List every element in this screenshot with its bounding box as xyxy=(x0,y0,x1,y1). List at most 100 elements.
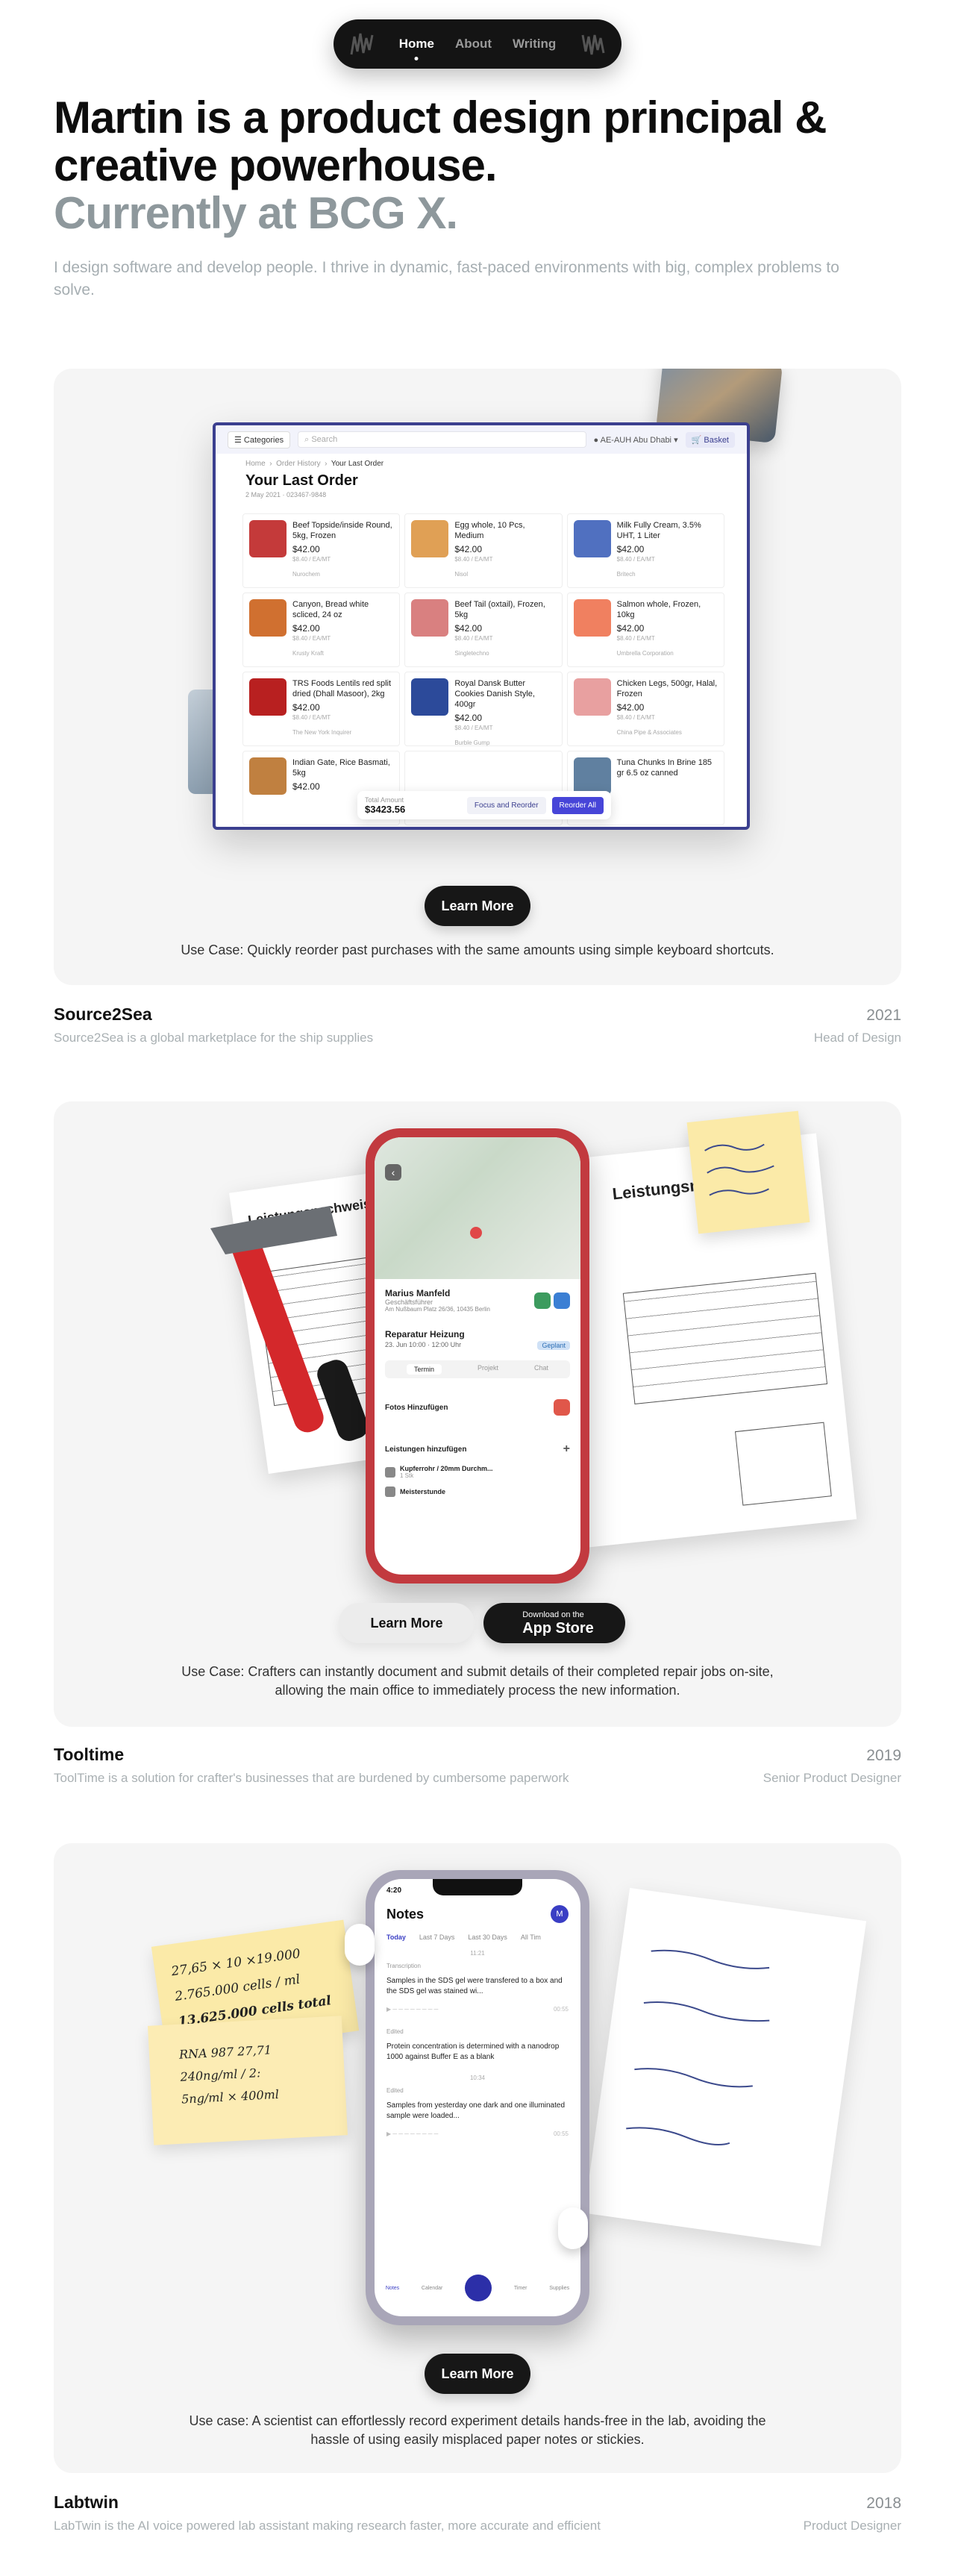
product-card[interactable]: TRS Foods Lentils red split dried (Dhall… xyxy=(242,672,401,746)
project-role: Senior Product Designer xyxy=(763,1771,901,1785)
map-view: ‹ xyxy=(375,1137,580,1279)
camera-icon[interactable] xyxy=(554,1399,570,1416)
headline: Martin is a product design principal & cr… xyxy=(54,93,827,190)
basket-button[interactable]: 🛒 Basket xyxy=(685,431,735,448)
search-input[interactable]: ⌕ Search xyxy=(298,431,586,448)
product-info: Beef Topside/inside Round, 5kg, Frozen $4… xyxy=(292,520,393,581)
product-unit-price: $8.40 / EA/MT xyxy=(616,635,655,642)
product-unit-price: $8.40 / EA/MT xyxy=(616,556,655,563)
tab-timer[interactable]: Timer xyxy=(514,2286,527,2291)
job-date: 23. Jun 10:00 · 12:00 Uhr xyxy=(385,1341,462,1348)
source2sea-app-window: ☰ Categories ⌕ Search ● AE-AUH Abu Dhabi… xyxy=(213,422,750,830)
notes-title: Notes xyxy=(386,1906,425,1922)
product-image xyxy=(411,520,449,557)
play-icon[interactable]: ▶ ─ ─ ─ ─ ─ ─ ─ ─ xyxy=(386,2129,438,2139)
product-card[interactable]: Canyon, Bread white scliced, 24 oz $42.00… xyxy=(242,593,401,667)
product-name: Milk Fully Cream, 3.5% UHT, 1 Liter xyxy=(616,521,701,540)
clock-icon xyxy=(385,1486,395,1497)
project-name[interactable]: Tooltime xyxy=(54,1745,124,1765)
product-image xyxy=(573,757,611,795)
note-2[interactable]: Edited Protein concentration is determin… xyxy=(375,2019,580,2070)
focus-reorder-button[interactable]: Focus and Reorder xyxy=(466,796,546,814)
project-role: Head of Design xyxy=(813,1031,901,1045)
product-card[interactable]: Chicken Legs, 500gr, Halal, Frozen $42.00… xyxy=(566,672,724,746)
note-3[interactable]: Edited Samples from yesterday one dark a… xyxy=(375,2081,580,2144)
product-supplier: Burble Gump xyxy=(454,740,490,746)
product-info: Salmon whole, Frozen, 10kg $42.00 $8.40 / … xyxy=(617,599,718,660)
hammer-illustration xyxy=(181,1184,375,1482)
nav-writing[interactable]: Writing xyxy=(513,37,556,51)
nav-about[interactable]: About xyxy=(455,37,492,51)
location-selector[interactable]: ● AE-AUH Abu Dhabi ▾ xyxy=(594,435,678,445)
app-store-button[interactable]: Download on the App Store xyxy=(483,1603,625,1643)
categories-button[interactable]: ☰ Categories xyxy=(228,431,291,448)
tab-projekt[interactable]: Projekt xyxy=(478,1364,498,1375)
logo-mark-right[interactable] xyxy=(580,29,607,59)
nav-home[interactable]: Home xyxy=(399,37,434,51)
mic-icon[interactable] xyxy=(465,2275,492,2301)
tab-supplies[interactable]: Supplies xyxy=(549,2286,569,2291)
avatar[interactable]: M xyxy=(551,1905,569,1923)
product-price: $42.00 xyxy=(292,544,320,554)
product-image xyxy=(249,520,286,557)
product-price: $42.00 xyxy=(616,623,645,634)
app-store-big: App Store xyxy=(522,1620,594,1636)
add-icon[interactable]: + xyxy=(563,1442,570,1456)
labtwin-phone: 4:20 Notes M Today Last 7 Days Last 30 D… xyxy=(366,1870,589,2325)
use-case-text: Use case: A scientist can effortlessly r… xyxy=(189,2413,766,2447)
product-card[interactable]: Milk Fully Cream, 3.5% UHT, 1 Liter $42.0… xyxy=(566,513,724,588)
learn-more-button[interactable]: Learn More xyxy=(425,2354,530,2394)
logo-mark-left[interactable] xyxy=(348,29,375,59)
product-unit-price: $8.40 / EA/MT xyxy=(616,714,655,721)
project-card-tooltime[interactable]: Leistungsnachweis Leistungsnachweis ‹ xyxy=(54,1101,901,1727)
tab-notes[interactable]: Notes xyxy=(386,2286,399,2291)
project-card-labtwin[interactable]: 27,65 × 10 ×19.000 2.765.000 cells / ml … xyxy=(54,1843,901,2473)
learn-more-button[interactable]: Learn More xyxy=(339,1603,475,1643)
product-card[interactable]: Salmon whole, Frozen, 10kg $42.00 $8.40 / … xyxy=(566,593,724,667)
page-title: Your Last Order xyxy=(245,472,358,489)
project-year: 2019 xyxy=(866,1747,901,1764)
project-name[interactable]: Labtwin xyxy=(54,2492,119,2513)
breadcrumb-order-history[interactable]: Order History xyxy=(276,460,320,468)
sticky-note-yellow xyxy=(686,1110,810,1234)
product-card[interactable]: Beef Tail (oxtail), Frozen, 5kg $42.00 $8.… xyxy=(404,593,563,667)
filter-today[interactable]: Today xyxy=(386,1933,406,1941)
project-description: Source2Sea is a global marketplace for t… xyxy=(54,1031,374,1045)
map-pin-icon xyxy=(470,1227,482,1239)
product-price: $42.00 xyxy=(292,623,320,634)
project-year: 2021 xyxy=(866,1007,901,1024)
reorder-bar: Total Amount $3423.56 Focus and Reorder R… xyxy=(357,791,611,819)
project-meta-tooltime: Tooltime 2019 ToolTime is a solution for … xyxy=(54,1745,901,1786)
tab-chat[interactable]: Chat xyxy=(534,1364,548,1375)
navigate-icon[interactable] xyxy=(554,1292,570,1309)
product-price: $42.00 xyxy=(616,544,645,554)
use-case-text: Use Case: Crafters can instantly documen… xyxy=(181,1664,774,1698)
back-icon[interactable]: ‹ xyxy=(385,1164,401,1181)
product-card[interactable]: Egg whole, 10 Pcs, Medium $42.00 $8.40 / E… xyxy=(404,513,563,588)
product-supplier: Umbrella Corporation xyxy=(616,650,674,657)
filter-7-days[interactable]: Last 7 Days xyxy=(419,1933,455,1941)
learn-more-button[interactable]: Learn More xyxy=(425,886,530,926)
tab-termin[interactable]: Termin xyxy=(406,1364,442,1375)
filter-30-days[interactable]: Last 30 Days xyxy=(468,1933,507,1941)
product-price: $42.00 xyxy=(454,544,483,554)
contact-name: Marius Manfeld xyxy=(385,1288,451,1298)
product-name: Indian Gate, Rice Basmati, 5kg xyxy=(292,758,390,778)
product-unit-price: $8.40 / EA/MT xyxy=(292,635,331,642)
product-card[interactable]: Royal Dansk Butter Cookies Danish Style,… xyxy=(404,672,563,746)
product-price: $42.00 xyxy=(454,713,483,723)
product-name: Beef Tail (oxtail), Frozen, 5kg xyxy=(454,600,545,619)
time-divider-1: 11:21 xyxy=(470,1950,485,1957)
note-1[interactable]: Transcription Samples in the SDS gel wer… xyxy=(375,1957,580,2019)
product-supplier: Krusty Kraft xyxy=(292,650,324,657)
play-icon[interactable]: ▶ ─ ─ ─ ─ ─ ─ ─ ─ xyxy=(386,2004,438,2015)
product-card[interactable]: Beef Topside/inside Round, 5kg, Frozen $4… xyxy=(242,513,401,588)
reorder-all-button[interactable]: Reorder All xyxy=(551,796,604,814)
breadcrumb-home[interactable]: Home xyxy=(245,460,266,468)
project-name[interactable]: Source2Sea xyxy=(54,1004,152,1025)
tab-calendar[interactable]: Calendar xyxy=(422,2286,442,2291)
phone-call-icon[interactable] xyxy=(534,1292,551,1309)
project-card-source2sea[interactable]: ☰ Categories ⌕ Search ● AE-AUH Abu Dhabi… xyxy=(54,369,901,985)
filter-all[interactable]: All Tim xyxy=(521,1933,541,1941)
contact-role: Geschäftsführer xyxy=(385,1298,433,1306)
